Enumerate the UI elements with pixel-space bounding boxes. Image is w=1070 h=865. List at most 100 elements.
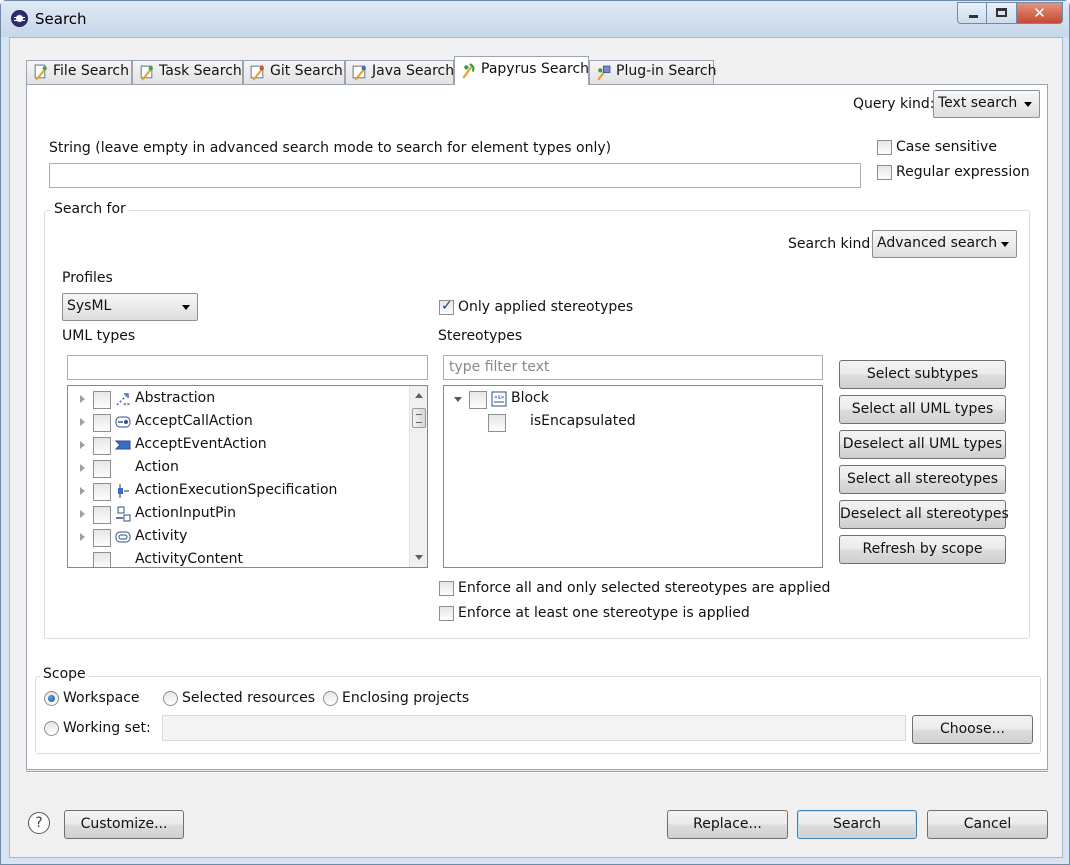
- selected-resources-radio[interactable]: [163, 691, 178, 706]
- query-kind-select[interactable]: Text search: [933, 90, 1040, 118]
- choose-button[interactable]: Choose...: [912, 715, 1033, 744]
- row-checkbox[interactable]: [93, 552, 111, 567]
- expand-icon[interactable]: [80, 395, 85, 403]
- tab-java-search[interactable]: Java Search: [345, 60, 454, 84]
- string-input[interactable]: [49, 163, 861, 188]
- block-stereotype-icon: «s»: [491, 391, 507, 407]
- enforce-all-checkbox[interactable]: [439, 581, 454, 596]
- expand-icon[interactable]: [80, 510, 85, 518]
- row-checkbox[interactable]: [93, 529, 111, 547]
- scroll-thumb[interactable]: [412, 408, 426, 428]
- enforce-one-label: Enforce at least one stereotype is appli…: [458, 605, 750, 621]
- expand-icon[interactable]: [80, 441, 85, 449]
- row-checkbox[interactable]: [93, 437, 111, 455]
- tab-label: Git Search: [270, 63, 343, 79]
- only-applied-stereotypes-label: Only applied stereotypes: [458, 299, 634, 315]
- uml-type-label: AcceptEventAction: [135, 436, 267, 452]
- uml-types-filter-input[interactable]: [67, 355, 428, 380]
- enclosing-projects-radio[interactable]: [323, 691, 338, 706]
- working-set-radio[interactable]: [44, 721, 59, 736]
- uml-types-scrollbar[interactable]: [409, 386, 427, 567]
- cancel-button[interactable]: Cancel: [927, 810, 1048, 839]
- regular-expression-checkbox[interactable]: [877, 165, 892, 180]
- uml-type-label: Activity: [135, 528, 188, 544]
- search-kind-value: Advanced search: [877, 235, 998, 251]
- string-label: String (leave empty in advanced search m…: [49, 140, 612, 156]
- row-checkbox[interactable]: [93, 414, 111, 432]
- search-for-group: Search for Search kind: Advanced search …: [44, 201, 1030, 639]
- refresh-by-scope-button[interactable]: Refresh by scope: [839, 535, 1006, 564]
- tree-row[interactable]: ActionExecutionSpecification: [68, 480, 408, 503]
- select-all-uml-types-button[interactable]: Select all UML types: [839, 395, 1006, 424]
- tree-row[interactable]: AcceptCallAction: [68, 411, 408, 434]
- stereotypes-filter-input[interactable]: type filter text: [443, 355, 823, 380]
- working-set-label: Working set:: [63, 720, 151, 736]
- help-icon[interactable]: ?: [28, 812, 50, 834]
- scroll-up-icon[interactable]: [415, 393, 423, 398]
- tree-row[interactable]: ActivityContent: [68, 549, 408, 567]
- uml-type-label: Action: [135, 459, 179, 475]
- row-checkbox[interactable]: [93, 506, 111, 524]
- expand-icon[interactable]: [80, 418, 85, 426]
- maximize-button[interactable]: [987, 2, 1017, 24]
- selected-resources-label: Selected resources: [182, 690, 315, 706]
- profiles-select[interactable]: SysML: [62, 293, 198, 321]
- row-checkbox[interactable]: [93, 483, 111, 501]
- tab-task-search[interactable]: Task Search: [132, 60, 243, 84]
- row-checkbox[interactable]: [93, 391, 111, 409]
- tree-row[interactable]: Activity: [68, 526, 408, 549]
- query-kind-label: Query kind:: [853, 96, 935, 112]
- select-all-stereotypes-button[interactable]: Select all stereotypes: [839, 465, 1006, 494]
- enclosing-projects-label: Enclosing projects: [342, 690, 470, 706]
- row-checkbox[interactable]: [93, 460, 111, 478]
- row-checkbox[interactable]: [469, 391, 487, 409]
- minimize-button[interactable]: [957, 2, 987, 24]
- enforce-one-checkbox[interactable]: [439, 606, 454, 621]
- uml-type-label: ActionInputPin: [135, 505, 236, 521]
- chevron-down-icon: [182, 305, 190, 310]
- activity-icon: [115, 531, 131, 543]
- action-input-pin-icon: [116, 506, 131, 522]
- regular-expression-label: Regular expression: [896, 164, 1030, 180]
- collapse-icon[interactable]: [454, 397, 462, 402]
- search-kind-select[interactable]: Advanced search: [872, 230, 1017, 258]
- case-sensitive-checkbox[interactable]: [877, 140, 892, 155]
- working-set-field: [162, 715, 906, 741]
- replace-button[interactable]: Replace...: [667, 810, 788, 839]
- expand-icon[interactable]: [80, 487, 85, 495]
- tree-row[interactable]: ActionInputPin: [68, 503, 408, 526]
- deselect-all-uml-types-button[interactable]: Deselect all UML types: [839, 430, 1006, 459]
- search-button[interactable]: Search: [797, 810, 917, 839]
- expand-icon[interactable]: [80, 533, 85, 541]
- stereotypes-tree[interactable]: «s» Block isEncapsulated: [443, 385, 823, 568]
- customize-button[interactable]: Customize...: [64, 810, 184, 839]
- row-checkbox[interactable]: [488, 414, 506, 432]
- plugin-search-icon: [597, 65, 611, 81]
- tab-git-search[interactable]: Git Search: [243, 60, 345, 84]
- chevron-down-icon: [1024, 102, 1032, 107]
- workspace-radio[interactable]: [44, 691, 59, 706]
- select-subtypes-button[interactable]: Select subtypes: [839, 360, 1006, 389]
- uml-types-label: UML types: [62, 328, 136, 344]
- stereotype-label: Block: [511, 390, 549, 406]
- task-search-icon: [140, 65, 153, 81]
- uml-types-tree[interactable]: «» Abstraction AcceptCallAction AcceptEv…: [67, 385, 428, 568]
- tree-row[interactable]: AcceptEventAction: [68, 434, 408, 457]
- tab-papyrus-search[interactable]: Papyrus Search: [454, 56, 589, 85]
- deselect-all-stereotypes-button[interactable]: Deselect all stereotypes: [839, 500, 1009, 529]
- scroll-down-icon[interactable]: [415, 555, 423, 560]
- tree-row[interactable]: Action: [68, 457, 408, 480]
- tree-row[interactable]: isEncapsulated: [444, 411, 814, 434]
- case-sensitive-label: Case sensitive: [896, 139, 997, 155]
- tab-file-search[interactable]: File Search: [26, 60, 132, 84]
- svg-text:«s»: «s»: [494, 394, 505, 401]
- only-applied-stereotypes-checkbox[interactable]: [439, 298, 454, 315]
- tree-row[interactable]: «» Abstraction: [68, 388, 408, 411]
- tab-plugin-search[interactable]: Plug-in Search: [589, 60, 716, 84]
- papyrus-search-panel: Query kind: Text search String (leave em…: [26, 84, 1048, 770]
- close-button[interactable]: ✕: [1017, 2, 1063, 24]
- title-bar[interactable]: Search ✕: [1, 1, 1069, 37]
- tree-row[interactable]: «s» Block: [444, 388, 814, 411]
- expand-icon[interactable]: [80, 464, 85, 472]
- accept-call-action-icon: [115, 416, 131, 428]
